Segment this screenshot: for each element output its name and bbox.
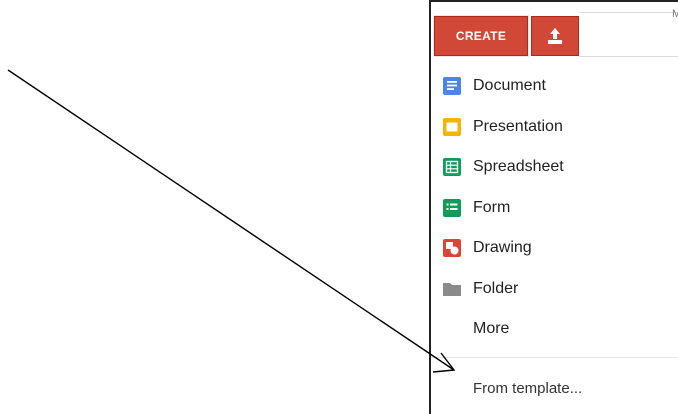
drawing-icon — [443, 239, 461, 257]
menu-item-presentation[interactable]: Presentation — [429, 109, 678, 145]
toolbar-divider — [579, 56, 678, 57]
menu-item-document[interactable]: Document — [429, 68, 678, 104]
menu-item-label: From template... — [473, 379, 583, 397]
menu-item-label: Form — [473, 199, 511, 216]
panel-border — [429, 0, 678, 2]
create-menu-panel: M CREATE Document Presentation Spreadshe… — [429, 0, 678, 414]
menu-item-spreadsheet[interactable]: Spreadsheet — [429, 149, 678, 185]
form-icon — [443, 199, 461, 217]
menu-item-label: Document — [473, 77, 546, 94]
menu-item-form[interactable]: Form — [429, 190, 678, 226]
upload-icon — [548, 28, 562, 44]
menu-item-label: Presentation — [473, 118, 563, 135]
menu-item-folder[interactable]: Folder — [429, 271, 678, 307]
toolbar-divider — [579, 12, 678, 13]
menu-divider — [431, 357, 678, 358]
menu-item-drawing[interactable]: Drawing — [429, 230, 678, 266]
menu-item-label: Drawing — [473, 239, 532, 256]
menu-item-label: Folder — [473, 280, 519, 297]
create-button[interactable]: CREATE — [433, 15, 529, 57]
spreadsheet-icon — [443, 158, 461, 176]
upload-button[interactable] — [531, 16, 579, 56]
document-icon — [443, 77, 461, 95]
cutoff-header-text: M — [672, 8, 678, 20]
folder-icon — [443, 283, 461, 296]
menu-item-label: Spreadsheet — [473, 158, 564, 175]
presentation-icon — [443, 118, 461, 136]
menu-item-from-template[interactable]: From template... — [429, 370, 678, 406]
menu-item-more[interactable]: More — [429, 311, 678, 347]
menu-item-label: More — [473, 320, 510, 337]
